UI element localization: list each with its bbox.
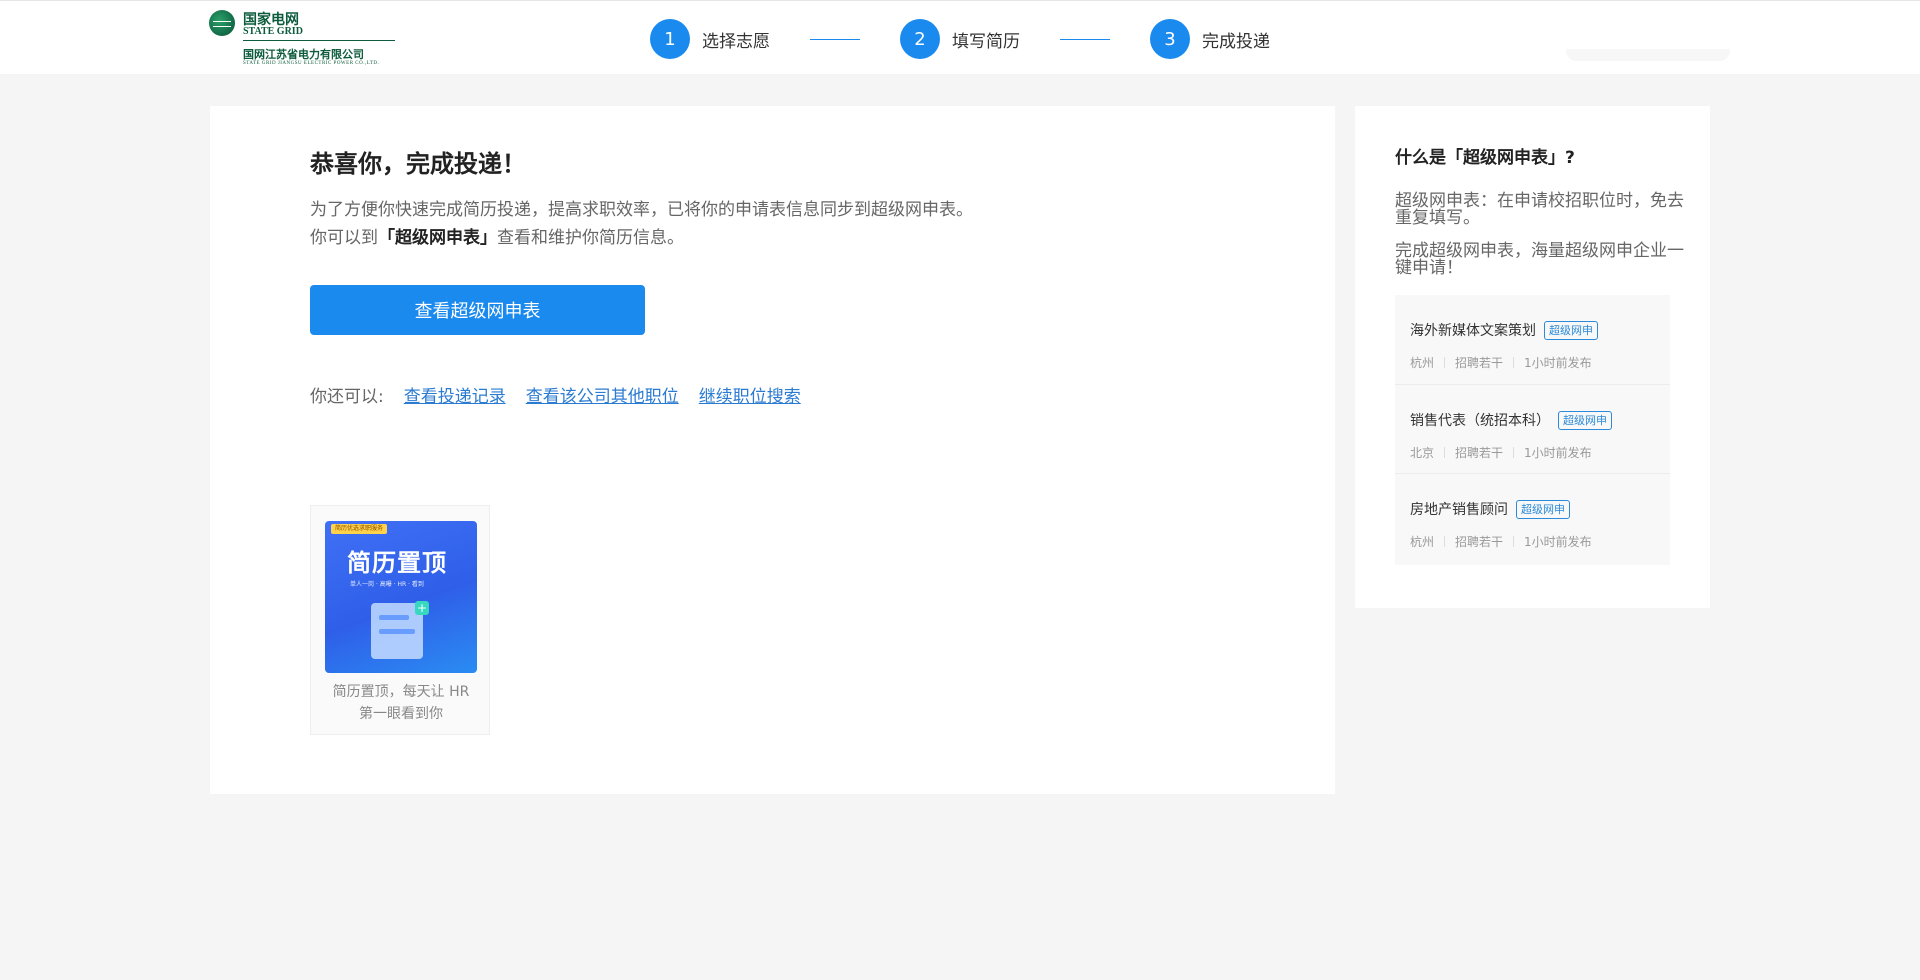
step-label: 完成投递: [1202, 31, 1270, 52]
job-headcount: 招聘若干: [1455, 356, 1504, 370]
meta-divider: [1513, 447, 1515, 458]
promo-caption-line-2: 第一眼看到你: [359, 706, 443, 722]
promo-headline: 简历置顶: [347, 549, 447, 577]
success-card: 恭喜你，完成投递！ 为了方便你快速完成简历投递，提高求职效率，已将你的申请表信息…: [210, 106, 1335, 794]
view-application-records-link[interactable]: 查看投递记录: [404, 382, 506, 407]
job-meta: 北京 招聘若干 1小时前发布: [1410, 444, 1592, 461]
step-3: 3 完成投递: [1150, 19, 1270, 59]
job-meta: 杭州 招聘若干 1小时前发布: [1410, 354, 1592, 371]
description-prefix: 你可以到: [310, 228, 378, 248]
top-header: 国家电网 STATE GRID 国网江苏省电力有限公司 STATE GRID J…: [0, 0, 1920, 74]
job-headcount: 招聘若干: [1455, 535, 1504, 549]
job-title: 海外新媒体文案策划: [1410, 323, 1536, 339]
promo-image: 简历优选求职服务 简历置顶 单人一岗 · 高曝 · HR · 看到 +: [325, 521, 477, 673]
job-city: 杭州: [1410, 535, 1435, 549]
more-actions-label: 你还可以:: [310, 387, 384, 407]
step-1: 1 选择志愿: [650, 19, 770, 59]
recommended-job-list: 海外新媒体文案策划 超级网申 杭州 招聘若干 1小时前发布 销售代表（统招本科）…: [1395, 295, 1670, 565]
success-description: 为了方便你快速完成简历投递，提高求职效率，已将你的申请表信息同步到超级网申表。 …: [310, 196, 973, 252]
job-meta: 杭州 招聘若干 1小时前发布: [1410, 533, 1592, 550]
step-number: 1: [650, 19, 690, 59]
super-apply-tag: 超级网申: [1558, 410, 1612, 430]
resume-top-promo[interactable]: 简历优选求职服务 简历置顶 单人一岗 · 高曝 · HR · 看到 + 简历置顶…: [310, 505, 490, 735]
view-super-form-button[interactable]: 查看超级网申表: [310, 285, 645, 335]
job-city: 北京: [1410, 446, 1435, 460]
description-suffix: 查看和维护你简历信息。: [497, 228, 684, 248]
logo-company: 国网江苏省电力有限公司: [243, 48, 364, 61]
super-form-sidebar: 什么是「超级网申表」? 超级网申表：在申请校招职位时，免去重复填写。 完成超级网…: [1355, 106, 1710, 608]
promo-subline: 单人一岗 · 高曝 · HR · 看到: [350, 581, 424, 588]
job-title-row: 销售代表（统招本科） 超级网申: [1410, 410, 1612, 430]
more-actions: 你还可以: 查看投递记录 查看该公司其他职位 继续职位搜索: [310, 382, 801, 407]
job-item[interactable]: 海外新媒体文案策划 超级网申 杭州 招聘若干 1小时前发布: [1395, 295, 1670, 384]
plus-icon: +: [415, 601, 429, 615]
logo-company-en: STATE GRID JIANGSU ELECTRIC POWER CO.,LT…: [243, 61, 380, 66]
meta-divider: [1513, 357, 1515, 368]
job-title-row: 海外新媒体文案策划 超级网申: [1410, 320, 1598, 340]
logo-en: STATE GRID: [243, 26, 303, 37]
step-2: 2 填写简历: [900, 19, 1020, 59]
progress-steps: 1 选择志愿 2 填写简历 3 完成投递: [650, 19, 1270, 59]
job-post-time: 1小时前发布: [1524, 535, 1592, 549]
job-post-time: 1小时前发布: [1524, 356, 1592, 370]
super-apply-tag: 超级网申: [1544, 320, 1598, 340]
job-title: 房地产销售顾问: [1410, 502, 1508, 518]
step-number: 2: [900, 19, 940, 59]
step-label: 填写简历: [952, 31, 1020, 52]
meta-divider: [1513, 536, 1515, 547]
job-title: 销售代表（统招本科）: [1410, 413, 1550, 429]
step-connector: [1060, 38, 1110, 40]
globe-icon: [209, 10, 235, 36]
job-post-time: 1小时前发布: [1524, 446, 1592, 460]
promo-caption: 简历置顶，每天让 HR 第一眼看到你: [311, 681, 491, 725]
sidebar-intro-2: 完成超级网申表，海量超级网申企业一键申请！: [1395, 241, 1684, 278]
meta-divider: [1444, 447, 1446, 458]
promo-caption-line-1: 简历置顶，每天让 HR: [332, 684, 470, 700]
super-form-name: 「超级网申表」: [378, 228, 497, 248]
promo-badge: 简历优选求职服务: [331, 524, 388, 534]
super-apply-tag: 超级网申: [1516, 499, 1570, 519]
logo-divider: [243, 40, 395, 41]
step-label: 选择志愿: [702, 31, 770, 52]
sidebar-title: 什么是「超级网申表」?: [1395, 148, 1575, 168]
job-title-row: 房地产销售顾问 超级网申: [1410, 499, 1570, 519]
meta-divider: [1444, 357, 1446, 368]
user-menu-placeholder: [1566, 49, 1730, 61]
view-company-jobs-link[interactable]: 查看该公司其他职位: [526, 382, 679, 407]
description-line-2: 你可以到「超级网申表」查看和维护你简历信息。: [310, 224, 973, 252]
step-connector: [810, 38, 860, 40]
user-menu-area[interactable]: [1566, 19, 1730, 61]
page-title: 恭喜你，完成投递！: [310, 150, 526, 178]
job-headcount: 招聘若干: [1455, 446, 1504, 460]
meta-divider: [1444, 536, 1446, 547]
state-grid-logo[interactable]: 国家电网 STATE GRID 国网江苏省电力有限公司 STATE GRID J…: [209, 8, 399, 68]
description-line-1: 为了方便你快速完成简历投递，提高求职效率，已将你的申请表信息同步到超级网申表。: [310, 200, 973, 220]
step-number: 3: [1150, 19, 1190, 59]
job-item[interactable]: 销售代表（统招本科） 超级网申 北京 招聘若干 1小时前发布: [1395, 384, 1670, 473]
job-item[interactable]: 房地产销售顾问 超级网申 杭州 招聘若干 1小时前发布: [1395, 473, 1670, 562]
job-city: 杭州: [1410, 356, 1435, 370]
sidebar-intro-1: 超级网申表：在申请校招职位时，免去重复填写。: [1395, 191, 1684, 228]
continue-job-search-link[interactable]: 继续职位搜索: [699, 382, 801, 407]
